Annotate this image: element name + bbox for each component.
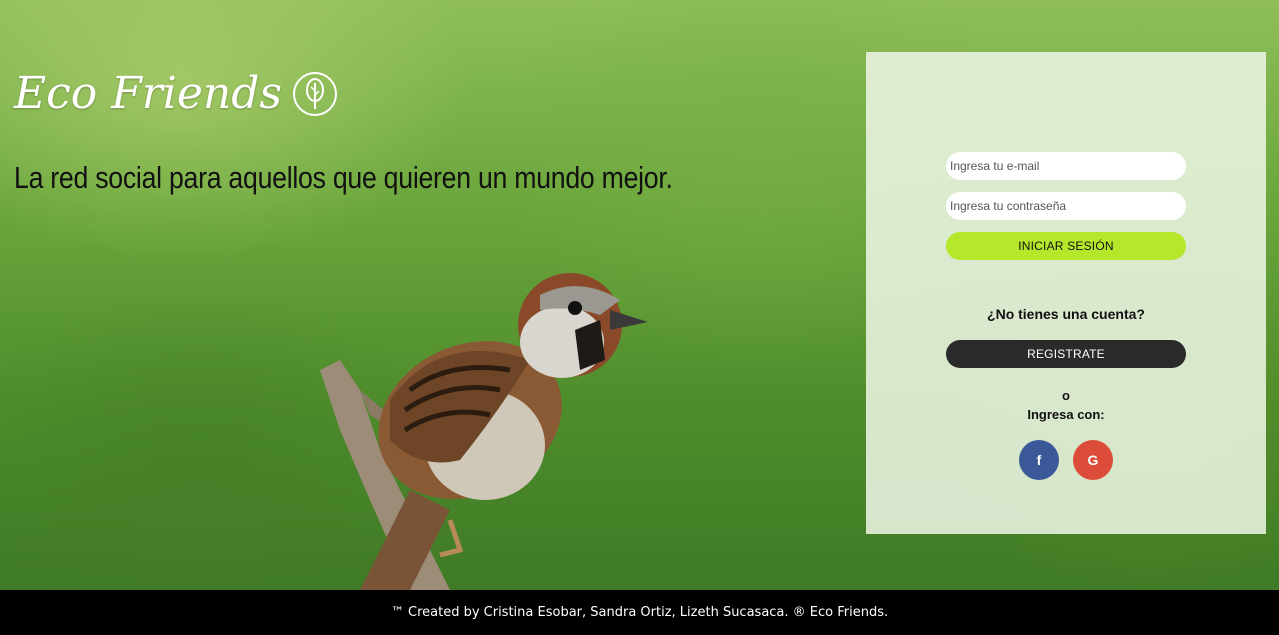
login-button[interactable]: INICIAR SESIÓN — [946, 232, 1186, 260]
or-separator: o — [1062, 388, 1070, 403]
brand-logo: Eco Friends — [14, 66, 338, 122]
sparrow-image — [320, 273, 648, 590]
password-input[interactable] — [946, 192, 1186, 220]
hero-tagline: La red social para aquellos que quieren … — [14, 160, 673, 195]
login-card: Inicia sesión INICIAR SESIÓN ¿No tienes … — [866, 52, 1266, 534]
facebook-login-button[interactable]: f — [1019, 440, 1059, 480]
google-login-button[interactable]: G — [1073, 440, 1113, 480]
landing-page: Eco Friends La red social para aquellos … — [0, 0, 1279, 635]
facebook-icon: f — [1036, 452, 1042, 468]
tree-icon — [293, 72, 337, 116]
footer: ™ Created by Cristina Esobar, Sandra Ort… — [0, 590, 1279, 635]
footer-text: ™ Created by Cristina Esobar, Sandra Ort… — [390, 605, 889, 620]
register-button[interactable]: REGISTRATE — [946, 340, 1186, 368]
brand-name: Eco Friends — [14, 68, 282, 119]
email-input[interactable] — [946, 152, 1186, 180]
google-icon: G — [1087, 452, 1099, 468]
no-account-text: ¿No tienes una cuenta? — [987, 306, 1145, 322]
login-with-label: Ingresa con: — [1027, 407, 1105, 422]
